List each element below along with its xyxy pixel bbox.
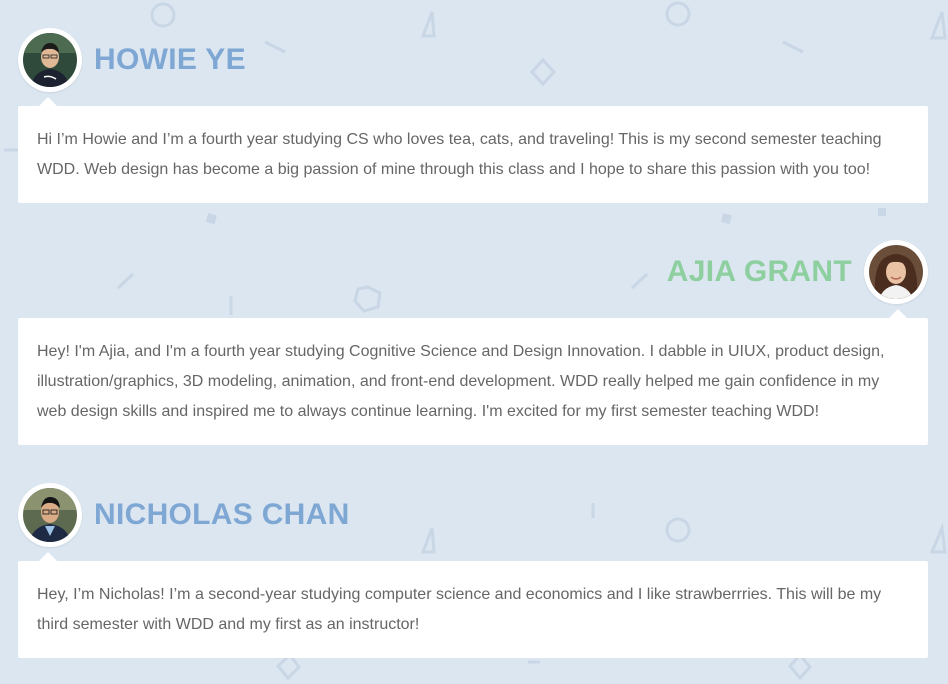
avatar-photo xyxy=(23,33,77,87)
instructor-name: AJIA GRANT xyxy=(666,255,852,288)
bio-card: Hi I’m Howie and I’m a fourth year study… xyxy=(18,97,928,203)
speech-arrow xyxy=(889,309,907,318)
avatar xyxy=(864,240,928,304)
speech-arrow xyxy=(39,552,57,561)
instructor-name: NICHOLAS CHAN xyxy=(94,498,350,531)
avatar xyxy=(18,28,82,92)
avatar-photo xyxy=(23,488,77,542)
bio-text: Hey, I’m Nicholas! I’m a second-year stu… xyxy=(37,586,882,633)
instructor-name: HOWIE YE xyxy=(94,43,246,76)
instructor-header: AJIA GRANT xyxy=(667,240,928,304)
avatar-photo xyxy=(869,245,923,299)
bio-card: Hey, I’m Nicholas! I’m a second-year stu… xyxy=(18,552,928,658)
instructor-header: HOWIE YE xyxy=(18,28,246,92)
bio-card: Hey! I'm Ajia, and I'm a fourth year stu… xyxy=(18,309,928,445)
bio-text: Hi I’m Howie and I’m a fourth year study… xyxy=(37,131,882,178)
instructor-header: NICHOLAS CHAN xyxy=(18,483,350,547)
bio-text: Hey! I'm Ajia, and I'm a fourth year stu… xyxy=(37,343,885,420)
speech-arrow xyxy=(39,97,57,106)
avatar xyxy=(18,483,82,547)
